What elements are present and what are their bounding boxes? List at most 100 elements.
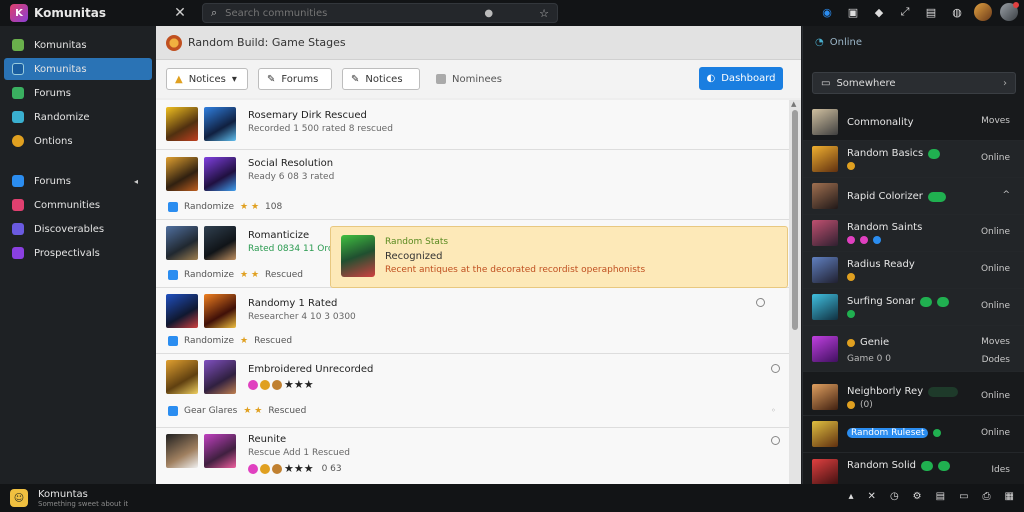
notices-button[interactable]: ✎ Notices bbox=[342, 68, 420, 90]
meta-count: Rescued bbox=[254, 336, 293, 346]
friend-item[interactable]: Rapid Colorizer ^ bbox=[803, 178, 1024, 215]
star-icon: ★★★ bbox=[284, 378, 314, 391]
friend-name: Random Ruleset bbox=[847, 428, 942, 438]
friend-item[interactable]: Genie Game 0 0 Moves Dodes bbox=[803, 326, 1024, 372]
search-input[interactable] bbox=[225, 7, 477, 19]
scrollbar-thumb[interactable] bbox=[792, 110, 798, 330]
online-badge bbox=[937, 296, 950, 307]
avatar bbox=[812, 294, 838, 320]
bottom-bar: ☺ Komuntas Something sweet about it ▴ ✕ … bbox=[0, 484, 1024, 512]
sidebar-item-discoverables[interactable]: Discoverables bbox=[4, 218, 152, 240]
collapse-caret-icon[interactable]: ◂ bbox=[134, 177, 138, 186]
sidebar-item-komunitas[interactable]: Komunitas bbox=[4, 34, 152, 56]
scroll-up-icon[interactable]: ▲ bbox=[791, 100, 796, 108]
caret-icon[interactable]: ▴ bbox=[849, 491, 854, 502]
friend-status: Online bbox=[980, 301, 1010, 311]
friend-name: Random Basics bbox=[847, 148, 941, 159]
list-item[interactable]: Embroidered Unrecorded ★★★ ◦ Gear Glares… bbox=[156, 354, 789, 428]
sidebar-item-forums-group[interactable]: Forums ◂ bbox=[4, 170, 152, 192]
more-icon[interactable]: ◦ bbox=[771, 406, 780, 415]
avatar bbox=[812, 335, 838, 362]
friend-item[interactable]: Commonality Moves bbox=[803, 104, 1024, 141]
item-title: Social Resolution bbox=[248, 158, 334, 169]
checkbox-icon[interactable] bbox=[168, 406, 178, 416]
game-thumbnail bbox=[166, 226, 198, 260]
sidebar-item-communities[interactable]: Communities bbox=[4, 194, 152, 216]
dashboard-label: Dashboard bbox=[721, 73, 776, 84]
checkbox-icon[interactable] bbox=[168, 336, 178, 346]
bookmark-icon[interactable]: ▣ bbox=[844, 3, 862, 21]
friend-item[interactable]: Radius Ready Online bbox=[803, 252, 1024, 289]
microphone-icon[interactable]: ● bbox=[484, 8, 493, 19]
pencil-icon: ✎ bbox=[267, 73, 276, 85]
friend-item[interactable]: Neighborly Rey (0) Online bbox=[803, 379, 1024, 416]
rating-row: ★★★ 0 63 bbox=[248, 462, 342, 475]
sidebar-item-prospectivals[interactable]: Prospectivals bbox=[4, 242, 152, 264]
settings-icon[interactable]: ⚙ bbox=[913, 491, 922, 502]
globe-icon[interactable]: ◍ bbox=[948, 3, 966, 21]
sidebar-item-forums[interactable]: Forums bbox=[4, 82, 152, 104]
left-sidebar: Komunitas Komunitas Forums Randomize Ont… bbox=[0, 26, 156, 484]
list-scrollbar[interactable]: ▲ bbox=[789, 100, 801, 484]
smiley-logo-icon: ☺ bbox=[10, 489, 28, 507]
friend-name: Neighborly Rey bbox=[847, 386, 959, 397]
search-icon: ⌕ bbox=[211, 6, 218, 19]
print-icon[interactable]: ⎙ bbox=[983, 491, 991, 502]
close-icon[interactable]: ✕ bbox=[170, 5, 190, 21]
list-item[interactable]: Reunite Rescue Add 1 Rescued ★★★ 0 63 bbox=[156, 428, 789, 484]
radio-button[interactable] bbox=[756, 298, 765, 307]
top-icon-group: ◉ ▣ ◆ ⤢ ▤ ◍ bbox=[818, 2, 1019, 21]
online-panel: ◔ Online ▭ Somewhere › Commonality Moves… bbox=[802, 26, 1024, 485]
nominees-filter[interactable]: Nominees bbox=[436, 74, 502, 85]
user-avatar[interactable] bbox=[974, 3, 992, 21]
expand-icon[interactable]: ⤢ bbox=[896, 3, 914, 21]
sidebar-item-options[interactable]: Ontions bbox=[4, 130, 152, 152]
search-bar[interactable]: ⌕ ● ☆ bbox=[202, 3, 558, 23]
list-item[interactable]: Rosemary Dirk Rescued Recorded 1 500 rat… bbox=[156, 100, 789, 150]
bottom-subtitle: Something sweet about it bbox=[38, 499, 129, 508]
tooltip-title: Recognized bbox=[385, 251, 443, 262]
friend-item[interactable]: Surfing Sonar Online bbox=[803, 289, 1024, 326]
game-list: Rosemary Dirk Rescued Recorded 1 500 rat… bbox=[156, 100, 789, 484]
dashboard-button[interactable]: ◐ Dashboard bbox=[699, 67, 783, 90]
friend-status: Online bbox=[980, 264, 1010, 274]
tag-icon[interactable]: ◆ bbox=[870, 3, 888, 21]
forums-button[interactable]: ✎ Forums bbox=[258, 68, 332, 90]
list-item[interactable]: Social Resolution Ready 6 08 3 rated Ran… bbox=[156, 150, 789, 220]
friend-item[interactable]: Random Saints Online bbox=[803, 215, 1024, 252]
bottom-app-info: Komuntas Something sweet about it bbox=[38, 489, 128, 508]
window-icon[interactable]: ▭ bbox=[959, 491, 968, 502]
checkbox-icon[interactable] bbox=[168, 202, 178, 212]
star-icon[interactable]: ☆ bbox=[539, 7, 549, 20]
document-icon[interactable]: ▤ bbox=[922, 3, 940, 21]
main-header: Random Build: Game Stages bbox=[156, 26, 801, 60]
item-subtitle: Researcher 4 10 3 0300 bbox=[248, 312, 356, 322]
grid-icon[interactable]: ▦ bbox=[1005, 491, 1014, 502]
friends-search[interactable]: ▭ Somewhere › bbox=[812, 72, 1016, 94]
notices-dropdown[interactable]: ▲ Notices ▾ bbox=[166, 68, 248, 90]
avatar bbox=[812, 146, 838, 172]
radio-button[interactable] bbox=[771, 436, 780, 445]
nominees-label: Nominees bbox=[452, 73, 502, 85]
radio-button[interactable] bbox=[771, 364, 780, 373]
friend-item[interactable]: Random Ruleset Online bbox=[803, 416, 1024, 453]
file-icon[interactable]: ▤ bbox=[936, 491, 945, 502]
chevron-down-icon: ▾ bbox=[231, 73, 237, 85]
sidebar-item-komunitas-active[interactable]: Komunitas bbox=[4, 58, 152, 80]
avatar bbox=[812, 421, 838, 447]
friend-item[interactable]: Random Basics Online bbox=[803, 141, 1024, 178]
refresh-icon[interactable]: ◉ bbox=[818, 3, 836, 21]
game-thumbnail bbox=[166, 294, 198, 328]
notices-label: Notices bbox=[188, 73, 226, 85]
notification-avatar[interactable] bbox=[1000, 2, 1019, 21]
close-icon[interactable]: ✕ bbox=[868, 491, 876, 502]
online-badge bbox=[928, 386, 959, 397]
list-item[interactable]: Randomy 1 Rated Researcher 4 10 3 0300 R… bbox=[156, 288, 789, 354]
checkbox-icon[interactable] bbox=[168, 270, 178, 280]
clock-icon[interactable]: ◷ bbox=[890, 491, 899, 502]
friend-activity bbox=[847, 310, 855, 318]
collapse-icon[interactable]: ^ bbox=[1002, 190, 1010, 200]
sidebar-item-randomize[interactable]: Randomize bbox=[4, 106, 152, 128]
filter-icon: ▭ bbox=[821, 77, 831, 89]
game-thumbnail bbox=[204, 360, 236, 394]
